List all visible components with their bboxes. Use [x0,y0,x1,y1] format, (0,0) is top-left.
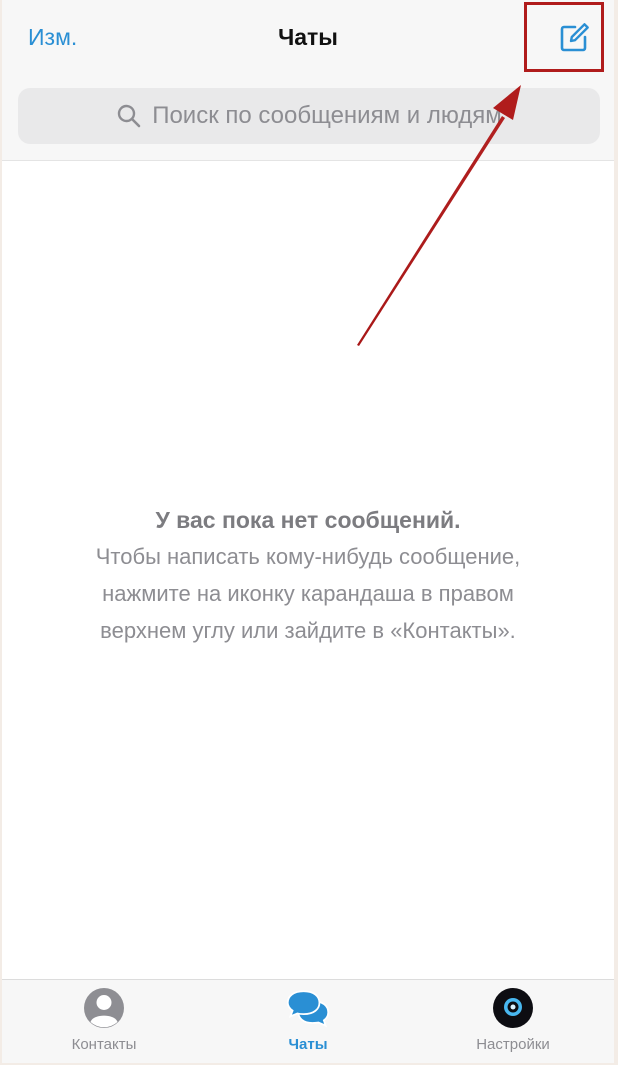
page-title: Чаты [278,24,338,50]
chats-screen: Изм. Чаты Поиск по сообщениям и людям У … [2,0,614,1063]
empty-state-title: У вас пока нет сообщений. [155,507,461,533]
search-placeholder: Поиск по сообщениям и людям [152,102,502,129]
person-circle-icon [84,988,124,1028]
empty-state-line-3: верхнем углу или зайдите в «Контакты». [100,618,516,643]
annotation-highlight-box [524,2,604,72]
tab-label-chats: Чаты [288,1036,328,1053]
tab-chats[interactable]: Чаты [233,986,383,1053]
avatar-icon [493,988,533,1028]
search-icon [118,104,141,128]
tab-settings[interactable]: Настройки [438,986,588,1053]
navigation-header: Изм. Чаты Поиск по сообщениям и людям [2,0,614,161]
tab-label-contacts: Контакты [71,1036,137,1053]
chat-bubbles-icon [286,990,330,1028]
empty-state-line-2: нажмите на иконку карандаша в правом [102,581,514,606]
empty-state-line-1: Чтобы написать кому-нибудь сообщение, [95,544,521,569]
tab-label-settings: Настройки [476,1036,550,1053]
empty-state: У вас пока нет сообщений. Чтобы написать… [2,502,614,649]
tab-bar: Контакты Чаты Настройки [2,979,614,1063]
search-field[interactable]: Поиск по сообщениям и людям [18,88,600,144]
tab-contacts[interactable]: Контакты [29,986,179,1053]
